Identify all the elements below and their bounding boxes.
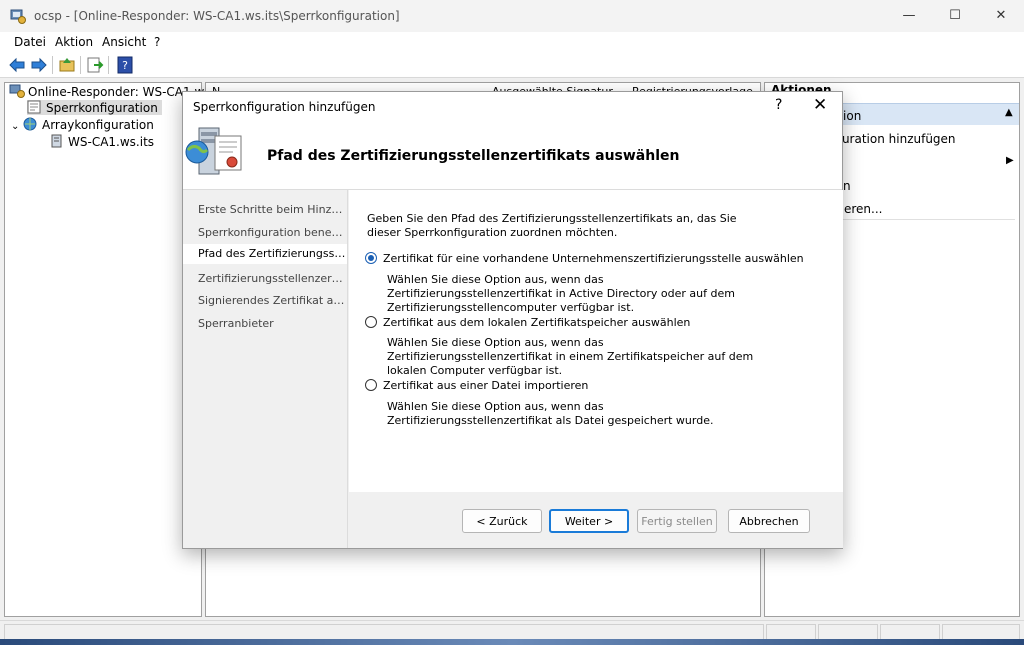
- finish-button: Fertig stellen: [637, 509, 717, 533]
- cancel-button[interactable]: Abbrechen: [728, 509, 810, 533]
- option-description: Wählen Sie diese Option aus, wenn das Ze…: [387, 336, 754, 377]
- dialog-help-button[interactable]: ?: [775, 97, 782, 113]
- tree-item-arraykonfiguration[interactable]: ⌄ Arraykonfiguration: [11, 117, 154, 132]
- option-label: Zertifikat für eine vorhandene Unternehm…: [383, 252, 804, 265]
- menu-datei[interactable]: Datei: [14, 35, 46, 49]
- wizard-step: Erste Schritte beim Hinzu...: [198, 203, 346, 216]
- server-icon: [51, 134, 62, 148]
- tree-item-label: Sperrkonfiguration: [46, 101, 158, 115]
- option-label: Zertifikat aus dem lokalen Zertifikatspe…: [383, 316, 691, 329]
- wizard-step: Sperranbieter: [198, 317, 274, 330]
- revocation-config-icon: [27, 100, 41, 114]
- folder-up-icon[interactable]: [58, 56, 76, 74]
- array-icon: [23, 117, 37, 131]
- intro-text: Geben Sie den Pfad des Zertifizierungsst…: [367, 212, 737, 239]
- tree-item-ws-ca1[interactable]: WS-CA1.ws.its: [49, 134, 154, 149]
- menu-ansicht[interactable]: Ansicht: [102, 35, 146, 49]
- minimize-button[interactable]: —: [886, 0, 932, 32]
- option-enterprise-ca[interactable]: Zertifikat für eine vorhandene Unternehm…: [365, 252, 804, 265]
- radio-icon[interactable]: [365, 316, 377, 328]
- responder-icon: [9, 84, 25, 98]
- menu-bar: Datei Aktion Ansicht ?: [0, 32, 1024, 52]
- console-tree: Online-Responder: WS-CA1.ws.its Sperrkon…: [4, 82, 229, 617]
- toolbar-separator: [108, 56, 109, 74]
- toolbar: ?: [0, 52, 1024, 78]
- tree-item-label: Arraykonfiguration: [42, 118, 154, 132]
- dialog-close-button[interactable]: ✕: [813, 95, 827, 115]
- chevron-down-icon[interactable]: ⌄: [11, 121, 23, 132]
- toolbar-separator: [80, 56, 81, 74]
- divider: [835, 219, 1015, 220]
- dialog-title: Sperrkonfiguration hinzufügen: [193, 100, 376, 114]
- back-arrow-icon[interactable]: [8, 56, 26, 74]
- dialog-title-bar: Sperrkonfiguration hinzufügen ? ✕: [183, 92, 842, 120]
- dialog-heading: Pfad des Zertifizierungsstellenzertifika…: [267, 148, 680, 164]
- console-icon: [10, 9, 26, 24]
- radio-icon[interactable]: [365, 379, 377, 391]
- tree-item-sperrkonfiguration[interactable]: Sperrkonfiguration: [27, 100, 162, 115]
- help-book-icon[interactable]: ?: [116, 56, 134, 74]
- wizard-steps: Erste Schritte beim Hinzu... Sperrkonfig…: [183, 190, 348, 548]
- maximize-button[interactable]: ☐: [932, 0, 978, 32]
- action-add-configuration[interactable]: iguration hinzufügen: [831, 132, 956, 146]
- submenu-right-icon[interactable]: ▶: [1006, 155, 1014, 166]
- back-button[interactable]: < Zurück: [462, 509, 542, 533]
- title-bar: ocsp - [Online-Responder: WS-CA1.ws.its\…: [0, 0, 1024, 32]
- option-local-store[interactable]: Zertifikat aus dem lokalen Zertifikatspe…: [365, 316, 690, 329]
- option-import-file[interactable]: Zertifikat aus einer Datei importieren: [365, 379, 588, 392]
- option-description: Wählen Sie diese Option aus, wenn das Ze…: [387, 273, 735, 314]
- option-description: Wählen Sie diese Option aus, wenn das Ze…: [387, 400, 714, 427]
- wizard-step: Sperrkonfiguration benen...: [198, 226, 346, 239]
- next-button[interactable]: Weiter >: [549, 509, 629, 533]
- option-label: Zertifikat aus einer Datei importieren: [383, 379, 589, 392]
- close-window-button[interactable]: ✕: [978, 0, 1024, 32]
- dialog-header: Pfad des Zertifizierungsstellenzertifika…: [183, 120, 842, 190]
- forward-arrow-icon[interactable]: [30, 56, 48, 74]
- window-title: ocsp - [Online-Responder: WS-CA1.ws.its\…: [34, 9, 400, 23]
- collapse-up-icon[interactable]: ▲: [1005, 107, 1013, 118]
- add-revocation-config-dialog: Sperrkonfiguration hinzufügen ? ✕ Pfad d…: [182, 91, 843, 549]
- menu-help[interactable]: ?: [154, 35, 160, 49]
- certificate-server-icon: [185, 127, 242, 175]
- wizard-step-current: Pfad des Zertifizierungsst...: [183, 244, 347, 264]
- wizard-step: Zertifizierungsstellenzertif...: [198, 272, 346, 285]
- wizard-step: Signierendes Zertifikat au...: [198, 294, 346, 307]
- radio-selected-icon[interactable]: [365, 252, 377, 264]
- taskbar-edge: [0, 639, 1024, 645]
- svg-text:?: ?: [122, 59, 128, 72]
- menu-aktion[interactable]: Aktion: [55, 35, 93, 49]
- tree-item-label: WS-CA1.ws.its: [68, 135, 155, 149]
- wizard-button-bar: < Zurück Weiter > Fertig stellen Abbrech…: [349, 492, 843, 548]
- mmc-window: ocsp - [Online-Responder: WS-CA1.ws.its\…: [0, 0, 1024, 645]
- toolbar-separator: [52, 56, 53, 74]
- export-icon[interactable]: [86, 56, 104, 74]
- wizard-content: Geben Sie den Pfad des Zertifizierungsst…: [349, 190, 843, 492]
